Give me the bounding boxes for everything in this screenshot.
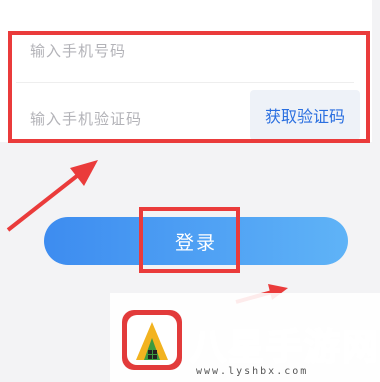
login-button[interactable]: 登录 (44, 217, 348, 265)
watermark-logo-icon (122, 310, 182, 370)
field-divider (16, 82, 354, 83)
watermark-site-url: www.lyshbx.com (196, 366, 309, 377)
login-form-card: 输入手机号码 输入手机验证码 获取验证码 (0, 0, 372, 142)
verification-code-input[interactable]: 输入手机验证码 (30, 108, 142, 129)
phone-number-input[interactable]: 输入手机号码 (30, 40, 126, 61)
get-verification-code-button[interactable]: 获取验证码 (250, 90, 360, 140)
watermark-site-name: 八星手游网 (189, 326, 380, 369)
